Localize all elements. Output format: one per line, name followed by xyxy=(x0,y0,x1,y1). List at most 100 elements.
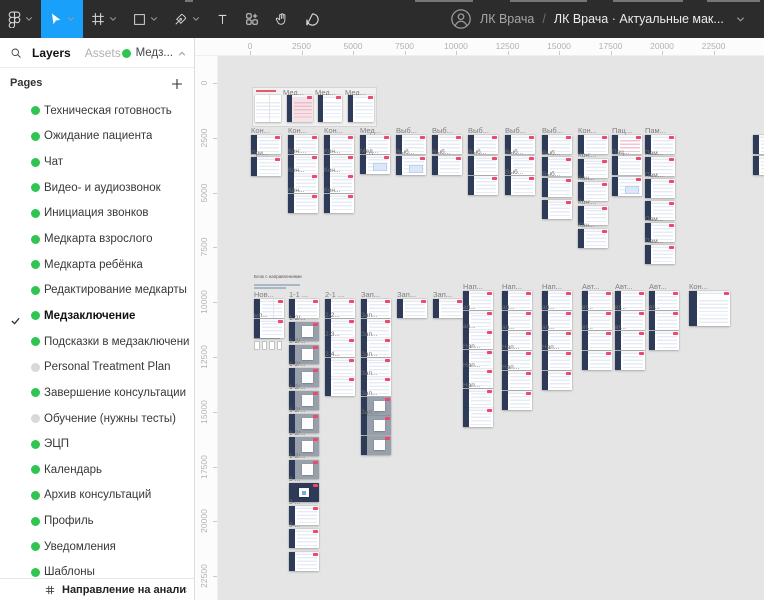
main-menu[interactable] xyxy=(0,0,41,38)
page-item[interactable]: ЭЦП xyxy=(0,431,194,457)
page-item[interactable]: Профиль xyxy=(0,508,194,534)
frame-label[interactable]: Кон... xyxy=(578,126,597,135)
frame-label[interactable]: ап... xyxy=(463,323,476,330)
frame-label[interactable]: Кон... xyxy=(324,126,343,135)
frame-label[interactable]: ап... xyxy=(502,304,515,311)
frame-label[interactable]: Зап... xyxy=(397,290,416,299)
frame-label[interactable]: ып... xyxy=(254,312,268,319)
pen-tool[interactable] xyxy=(166,0,208,38)
frame-label[interactable]: Нап... xyxy=(502,344,519,351)
text-tool[interactable] xyxy=(208,0,237,38)
canvas-frame[interactable] xyxy=(361,436,391,455)
canvas-frame[interactable] xyxy=(645,179,675,198)
frame-label[interactable]: Выб... xyxy=(542,171,560,178)
canvas-frame[interactable] xyxy=(255,95,281,122)
mini-thumbnail[interactable] xyxy=(254,341,260,350)
frame-label[interactable]: Нап... xyxy=(542,282,562,291)
frame-label[interactable]: Кон... xyxy=(578,175,594,182)
frame-label[interactable]: Авт... xyxy=(615,282,633,291)
chevron-down-icon[interactable] xyxy=(736,16,745,23)
frame-label[interactable]: Выб... xyxy=(505,169,523,176)
selected-frame-row[interactable]: Направление на анализы · Старт... xyxy=(0,578,194,600)
frame-label[interactable]: 1-1 ... xyxy=(289,290,308,299)
frame-label[interactable]: 2-3... xyxy=(325,331,340,338)
page-item[interactable]: Уведомления xyxy=(0,534,194,560)
frame-label[interactable]: Зап... xyxy=(361,331,377,338)
frame-label[interactable]: 1-2/... xyxy=(289,453,306,460)
canvas-frame[interactable] xyxy=(615,351,645,370)
frame-label[interactable]: ап... xyxy=(542,304,555,311)
canvas-frame[interactable] xyxy=(325,358,355,377)
frame-label[interactable]: Нап... xyxy=(463,343,480,350)
frame-label[interactable]: Пац... xyxy=(612,126,632,135)
frame-label[interactable]: Кон... xyxy=(689,282,708,291)
frame-label[interactable]: 1-2/... xyxy=(289,430,306,437)
canvas-frame[interactable] xyxy=(615,331,645,350)
frame-label[interactable]: Пам... xyxy=(645,172,663,179)
canvas-frame[interactable] xyxy=(463,408,493,427)
frame-label[interactable]: вт... xyxy=(615,324,626,331)
frame-label[interactable]: Пац... xyxy=(612,149,629,156)
frame-label[interactable]: Выб... xyxy=(542,150,560,157)
page-item[interactable]: Инициация звонков xyxy=(0,201,194,227)
frame-label[interactable]: Кон... xyxy=(288,126,307,135)
page-item[interactable]: Календарь xyxy=(0,457,194,483)
chevron-down-icon[interactable] xyxy=(25,16,33,22)
canvas-frame[interactable] xyxy=(505,176,535,195)
frame-label[interactable]: Зап... xyxy=(361,312,377,319)
frame-label[interactable]: Кон... xyxy=(324,167,340,174)
canvas[interactable]: 0250050007500100001250015000175002000022… xyxy=(195,38,764,600)
page-item[interactable]: Редактирование медкарты ... xyxy=(0,277,194,303)
frame-label[interactable]: 3-... xyxy=(289,499,300,506)
frame-label[interactable]: Зап... xyxy=(361,370,377,377)
canvas-frame[interactable] xyxy=(649,331,679,350)
frame-label[interactable]: Зап... xyxy=(361,351,377,358)
frame-label[interactable]: 2-1 ... xyxy=(325,290,344,299)
canvas-frame[interactable] xyxy=(502,391,532,410)
canvas-frame[interactable] xyxy=(542,200,572,219)
frame-label[interactable]: 1-2/... xyxy=(289,338,306,345)
chevron-down-icon[interactable] xyxy=(109,16,117,22)
canvas-frame[interactable] xyxy=(612,156,642,175)
frame-label[interactable]: Кон... xyxy=(578,222,594,229)
frame-label[interactable]: Выб... xyxy=(396,126,417,135)
frame-label[interactable]: Выб... xyxy=(542,126,563,135)
current-page-dropdown[interactable]: Медз... xyxy=(122,38,186,68)
frame-label[interactable]: Кон:... xyxy=(288,148,306,155)
canvas-frame[interactable] xyxy=(324,194,354,213)
frame-label[interactable]: Пам... xyxy=(645,238,663,245)
canvas-frame[interactable] xyxy=(649,311,679,330)
hand-tool[interactable] xyxy=(267,0,297,38)
frame-label[interactable]: вт... xyxy=(582,304,593,311)
canvas-frame[interactable] xyxy=(289,529,319,548)
frame-label[interactable]: вт... xyxy=(582,324,593,331)
add-page-button[interactable] xyxy=(171,77,183,95)
frame-label[interactable]: Выб... xyxy=(505,149,523,156)
frame-tool[interactable] xyxy=(83,0,125,38)
frame-label[interactable]: вт... xyxy=(615,304,626,311)
frame-label[interactable]: Нап... xyxy=(463,382,480,389)
canvas-frame[interactable] xyxy=(432,156,462,175)
page-item[interactable]: Видео- и аудиозвонок xyxy=(0,175,194,201)
frame-label[interactable]: Нов... xyxy=(254,290,274,299)
page-item[interactable]: Медкарта взрослого xyxy=(0,226,194,252)
frame-label[interactable]: 3-... xyxy=(289,522,300,529)
frame-label[interactable]: Выб... xyxy=(468,126,489,135)
frame-label[interactable]: Нап... xyxy=(502,282,522,291)
canvas-frame[interactable] xyxy=(254,319,284,338)
canvas-frame[interactable] xyxy=(542,178,572,197)
canvas-frame[interactable] xyxy=(645,245,675,264)
frame-label[interactable]: Выб... xyxy=(432,149,450,156)
frame-label[interactable]: Зап... xyxy=(361,409,377,416)
frame-label[interactable]: Выб... xyxy=(396,149,414,156)
frame-label[interactable]: Выб... xyxy=(432,126,453,135)
canvas-frame[interactable] xyxy=(360,155,390,174)
frame-label[interactable]: Зап... xyxy=(433,290,452,299)
frame-label[interactable]: 2-2... xyxy=(325,312,340,319)
page-item[interactable]: Обучение (нужны тесты) xyxy=(0,406,194,432)
chevron-down-icon[interactable] xyxy=(67,16,75,22)
page-item[interactable]: Медзаключение xyxy=(0,303,194,329)
canvas-frame[interactable] xyxy=(542,371,572,390)
canvas-frame[interactable] xyxy=(578,229,608,248)
page-item[interactable]: Шаблоны xyxy=(0,560,194,578)
